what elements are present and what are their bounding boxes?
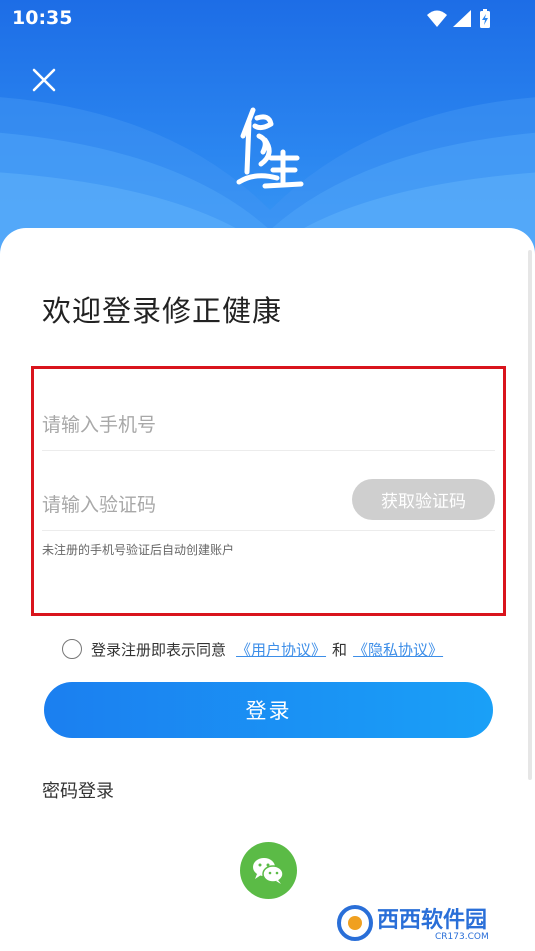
- watermark: 西西软件园 CR173.COM: [337, 905, 489, 942]
- close-icon[interactable]: [28, 64, 60, 96]
- signal-icon: [453, 10, 471, 27]
- agreement-and: 和: [332, 640, 348, 659]
- user-agreement-link[interactable]: 《用户协议》: [236, 639, 326, 660]
- password-login-link[interactable]: 密码登录: [42, 777, 114, 803]
- wifi-icon: [427, 10, 447, 27]
- battery-icon: [480, 9, 490, 28]
- login-button[interactable]: 登录: [44, 682, 493, 738]
- watermark-sub: CR173.COM: [435, 932, 489, 942]
- wechat-icon: [253, 858, 284, 884]
- phone-input[interactable]: [42, 409, 482, 441]
- status-time: 10:35: [12, 7, 73, 29]
- status-bar: 10:35: [0, 0, 535, 36]
- code-divider: [42, 530, 495, 531]
- auto-register-hint: 未注册的手机号验证后自动创建账户: [42, 543, 235, 557]
- privacy-policy-link[interactable]: 《隐私协议》: [353, 639, 443, 660]
- welcome-title: 欢迎登录修正健康: [42, 294, 283, 328]
- watermark-text: 西西软件园: [377, 907, 487, 933]
- scrollbar[interactable]: [528, 250, 532, 780]
- phone-divider: [42, 450, 495, 451]
- status-icons: [427, 9, 490, 28]
- agree-checkbox[interactable]: [62, 639, 82, 659]
- logo-icon: [236, 107, 304, 189]
- wechat-login-button[interactable]: [240, 842, 297, 899]
- agreement-prefix: 登录注册即表示同意: [91, 640, 227, 659]
- get-code-button[interactable]: 获取验证码: [352, 479, 495, 520]
- code-input[interactable]: [42, 489, 332, 521]
- agreement-row: 登录注册即表示同意 《用户协议》 和 《隐私协议》: [62, 636, 443, 662]
